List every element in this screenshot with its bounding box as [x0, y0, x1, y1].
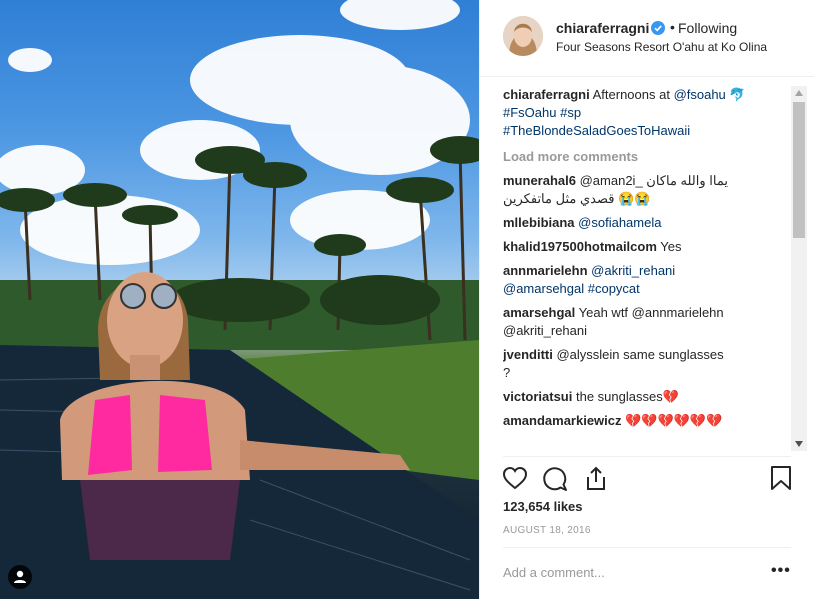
comment-username[interactable]: munerahal6 — [503, 173, 576, 188]
caption-hashtag-long[interactable]: #TheBlondeSaladGoesToHawaii — [503, 123, 690, 138]
likes-count[interactable]: 123,654 likes — [503, 499, 583, 514]
divider — [503, 547, 791, 548]
caption-mention[interactable]: @fsoahu — [674, 87, 726, 102]
header-separator: • — [670, 19, 675, 35]
scroll-up-icon[interactable] — [795, 90, 803, 96]
avatar[interactable] — [503, 16, 543, 56]
comment-row: munerahal6 @aman2i_ يماا والله ماكان قصد… — [503, 172, 763, 208]
add-comment-input[interactable] — [503, 565, 733, 580]
comment-username[interactable]: khalid197500hotmailcom — [503, 239, 657, 254]
comment-username[interactable]: annmarielehn — [503, 263, 588, 278]
more-options-button[interactable]: ••• — [771, 562, 791, 580]
instagram-post: chiaraferragni • Following Four Seasons … — [0, 0, 814, 599]
comment-text: 💔💔💔💔💔💔 — [625, 413, 723, 428]
comment-username[interactable]: mllebibiana — [503, 215, 575, 230]
comments-list: chiaraferragni Afternoons at @fsoahu 🐬 #… — [503, 86, 763, 456]
load-more-comments-button[interactable]: Load more comments — [503, 148, 763, 166]
bookmark-icon[interactable] — [770, 465, 792, 491]
comment-text: @sofiahamela — [578, 215, 662, 230]
tagged-users-button[interactable] — [8, 565, 32, 589]
location-link[interactable]: Four Seasons Resort O'ahu at Ko Olina — [556, 40, 767, 54]
comment-icon[interactable] — [542, 466, 568, 492]
heart-icon[interactable] — [502, 466, 528, 490]
comment-row: mllebibiana @sofiahamela — [503, 214, 763, 232]
post-photo[interactable] — [0, 0, 479, 599]
comment-row: jvenditti @alysslein same sunglasses ? — [503, 346, 763, 382]
header-username[interactable]: chiaraferragni — [556, 20, 649, 36]
comment-text: the sunglasses💔 — [575, 389, 679, 404]
person-icon — [14, 570, 26, 583]
divider — [503, 456, 791, 457]
caption-text: Afternoons at — [592, 87, 674, 102]
comment-row: annmarielehn @akriti_rehani @amarsehgal … — [503, 262, 763, 298]
share-icon[interactable] — [584, 465, 608, 491]
verified-badge-icon — [651, 21, 665, 35]
scrollbar-thumb[interactable] — [793, 102, 805, 238]
comment-row: victoriatsui the sunglasses💔 — [503, 388, 763, 406]
comment-row: amandamarkiewicz 💔💔💔💔💔💔 — [503, 412, 763, 430]
post-header: chiaraferragni • Following Four Seasons … — [480, 0, 814, 77]
comment-username[interactable]: amandamarkiewicz — [503, 413, 622, 428]
comment-text: Yes — [660, 239, 682, 254]
post-side-panel: chiaraferragni • Following Four Seasons … — [479, 0, 814, 599]
scroll-down-icon[interactable] — [795, 441, 803, 447]
comment-row: amarsehgal Yeah wtf @annmarielehn @akrit… — [503, 304, 763, 340]
comment-username[interactable]: amarsehgal — [503, 305, 575, 320]
caption-emoji: 🐬 — [729, 87, 746, 102]
comments-scrollbar[interactable] — [791, 86, 807, 451]
photo-scene — [0, 0, 479, 599]
post-caption: chiaraferragni Afternoons at @fsoahu 🐬 #… — [503, 86, 763, 140]
caption-username[interactable]: chiaraferragni — [503, 87, 590, 102]
post-date[interactable]: AUGUST 18, 2016 — [503, 525, 591, 536]
comment-username[interactable]: jvenditti — [503, 347, 553, 362]
comment-row: khalid197500hotmailcom Yes — [503, 238, 763, 256]
comment-username[interactable]: victoriatsui — [503, 389, 572, 404]
caption-hashtags[interactable]: #FsOahu #sp — [503, 105, 581, 120]
following-button[interactable]: Following — [678, 20, 737, 36]
clouds — [0, 0, 470, 265]
avatar-image — [503, 16, 543, 56]
